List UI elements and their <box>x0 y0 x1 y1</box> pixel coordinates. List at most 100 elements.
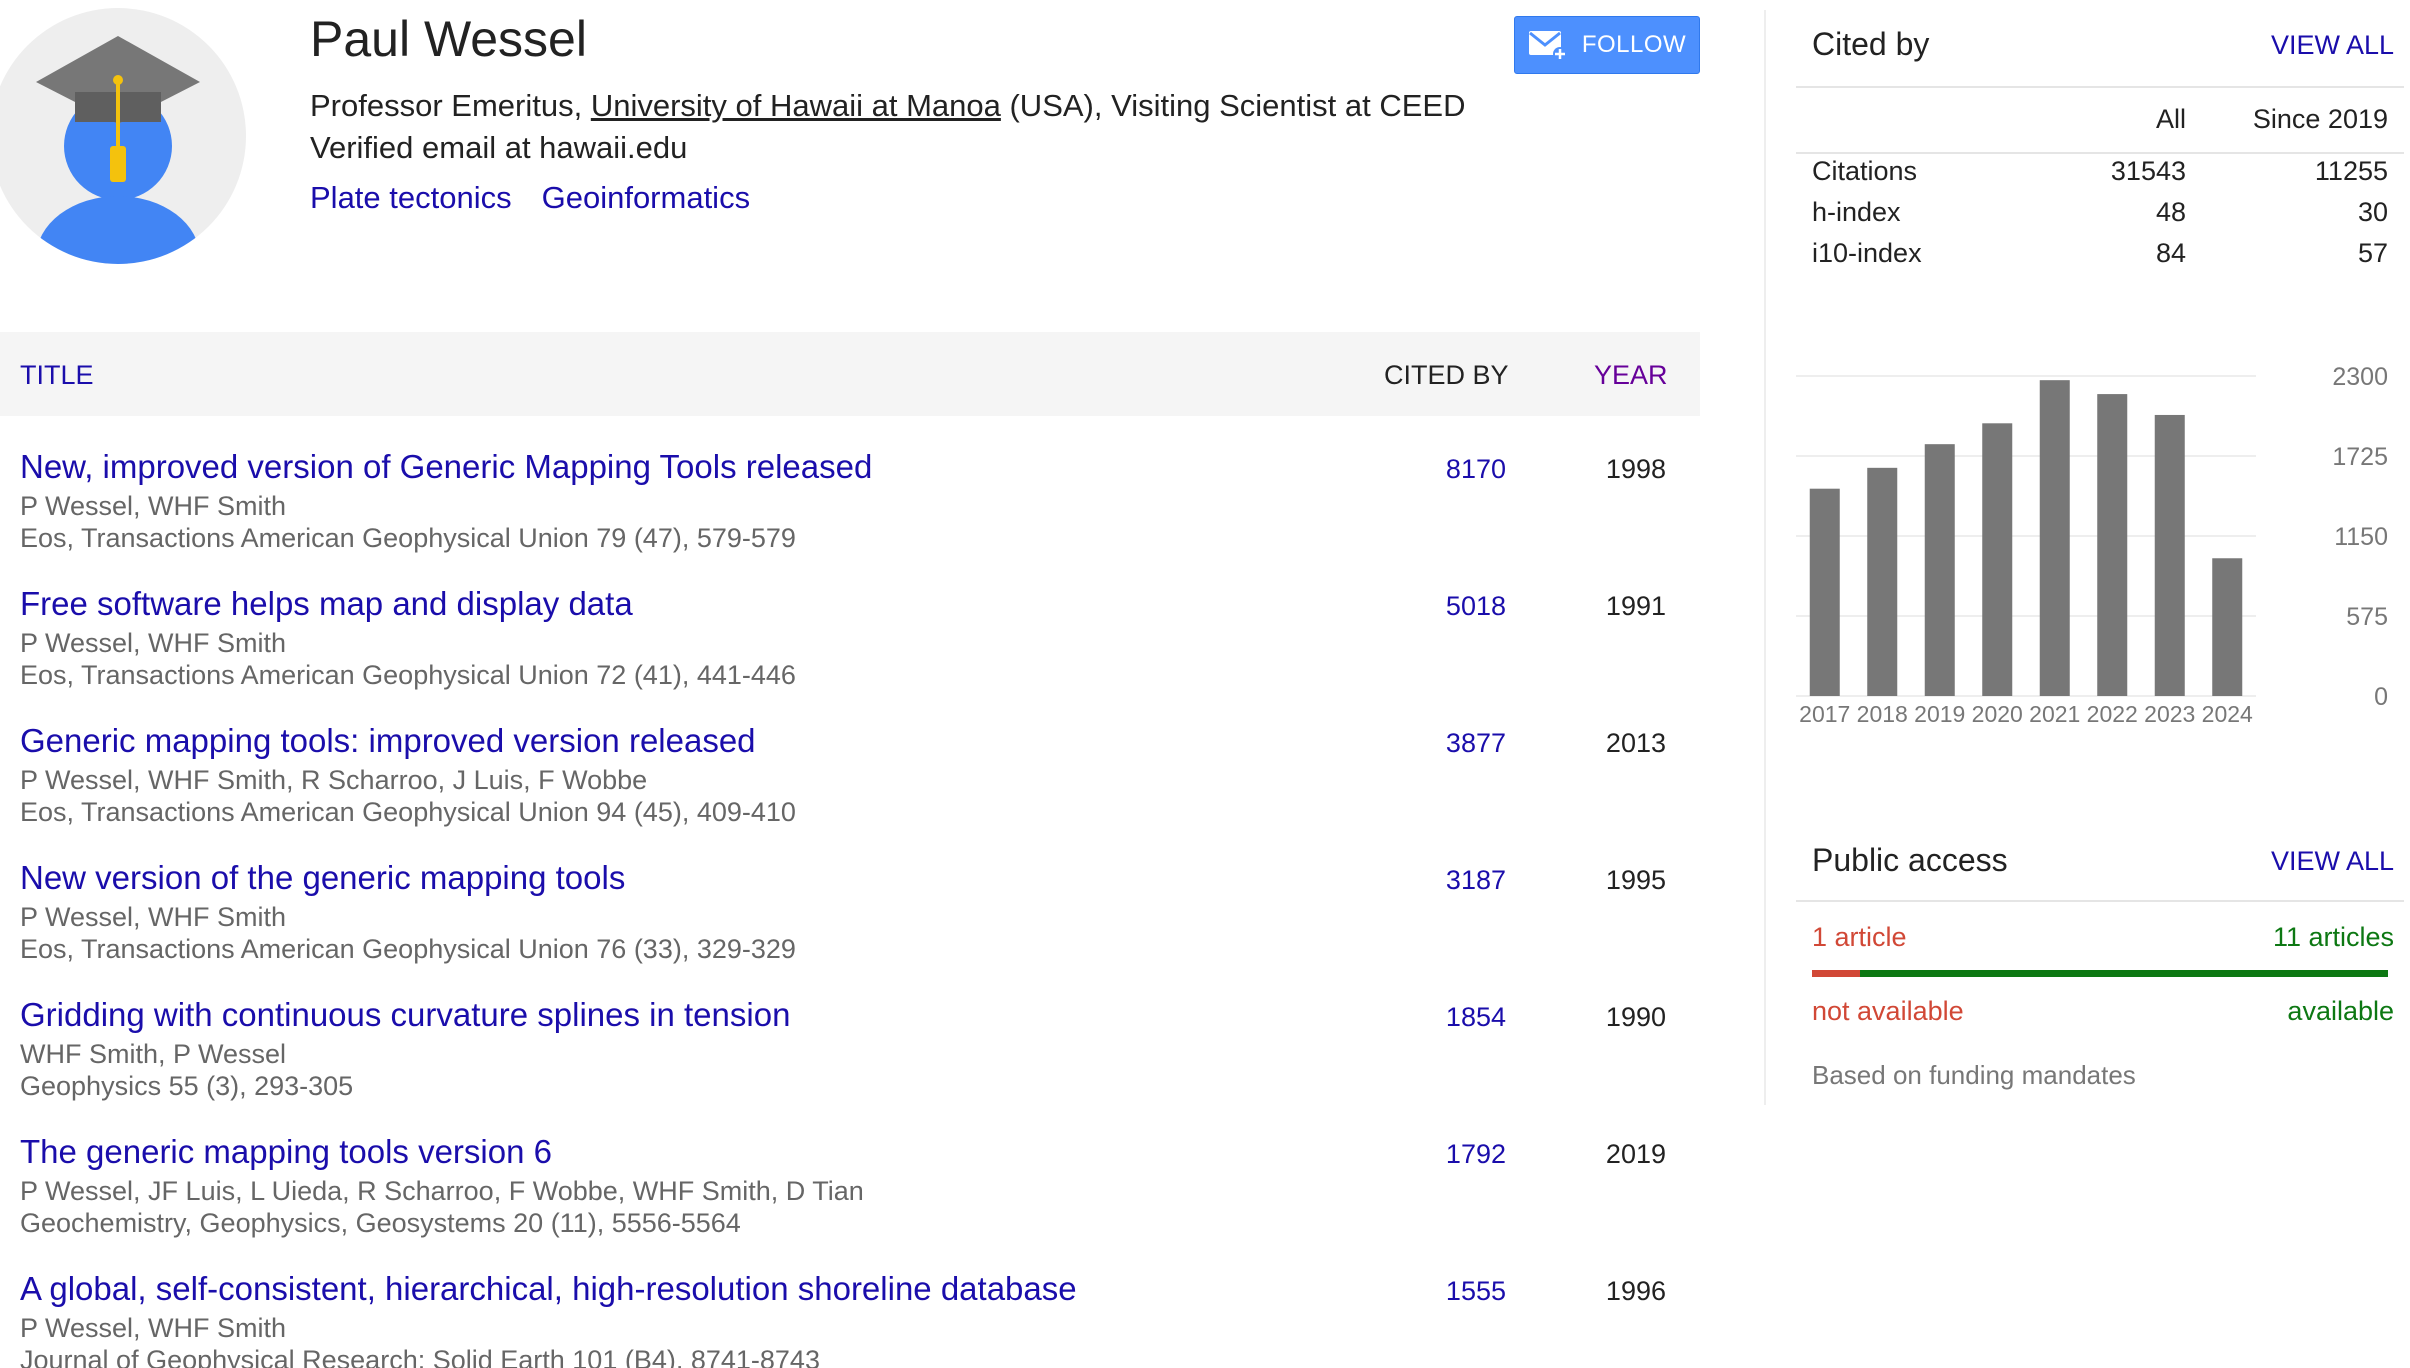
public-access-bar <box>1812 970 2388 977</box>
divider <box>1796 900 2404 902</box>
article-row: A global, self-consistent, hierarchical,… <box>0 1270 1700 1368</box>
article-year: 2019 <box>1605 1139 1666 1169</box>
follow-button[interactable]: FOLLOW <box>1514 16 1700 74</box>
article-authors: P Wessel, WHF Smith <box>20 902 287 932</box>
article-venue: Eos, Transactions American Geophysical U… <box>20 934 796 964</box>
stats-header-row: All Since 2019 <box>1796 104 2388 156</box>
avatar <box>0 8 246 264</box>
article-authors: P Wessel, WHF Smith, R Scharroo, J Luis,… <box>20 765 648 795</box>
chart-x-tick-label: 2024 <box>2202 701 2253 727</box>
article-row: Generic mapping tools: improved version … <box>0 722 1700 859</box>
article-authors: WHF Smith, P Wessel <box>20 1039 287 1069</box>
interest-link[interactable]: Geoinformatics <box>542 180 750 215</box>
citations-per-year-chart: 2300 1725 1150 575 0 2017 2018 2019 2020 2021 2022… <box>1796 363 2388 727</box>
mail-plus-icon <box>1528 31 1567 61</box>
article-title-link[interactable]: Gridding with continuous curvature splin… <box>20 996 790 1034</box>
article-venue: Eos, Transactions American Geophysical U… <box>20 660 796 690</box>
article-cited-by-link[interactable]: 8170 <box>1446 454 1506 485</box>
article-title-link[interactable]: The generic mapping tools version 6 <box>20 1133 552 1171</box>
stats-since-value: 30 <box>2357 197 2388 227</box>
chart-bar-2020[interactable] <box>1982 423 2013 696</box>
article-year: 1990 <box>1605 1002 1666 1032</box>
stats-label: Citations <box>1812 156 1918 186</box>
graduation-cap-avatar-icon <box>36 36 200 264</box>
chart-x-tick-label: 2020 <box>1972 701 2023 727</box>
chart-y-tick-label: 1725 <box>2332 443 2388 471</box>
stats-since-value: 11255 <box>2314 156 2388 186</box>
affiliation-prefix: Professor Emeritus, <box>310 88 591 123</box>
chart-bar-2023[interactable] <box>2154 414 2185 696</box>
not-available-label: not available <box>1812 996 1964 1026</box>
stats-row-i10-index: i10-index 84 57 <box>1796 238 2388 279</box>
public-access-bar-not-available <box>1812 970 1860 977</box>
chart-bar-2017[interactable] <box>1809 488 1840 696</box>
col-since-header: Since 2019 <box>2252 104 2388 134</box>
available-count-link[interactable]: 11 articles <box>2273 922 2394 953</box>
not-available-count-link[interactable]: 1 article <box>1812 922 1907 953</box>
chart-bar-2024[interactable] <box>2212 558 2243 696</box>
divider <box>1796 86 2404 88</box>
chart-x-tick-label: 2023 <box>2144 701 2195 727</box>
article-year: 1998 <box>1605 454 1666 484</box>
profile-affiliation: Professor Emeritus, University of Hawaii… <box>310 88 1465 124</box>
cited-by-view-all-link[interactable]: VIEW ALL <box>2271 30 2394 61</box>
chart-x-tick-label: 2017 <box>1799 701 1850 727</box>
article-title-link[interactable]: Generic mapping tools: improved version … <box>20 722 756 760</box>
sort-by-cited-header[interactable]: CITED BY <box>1384 360 1509 391</box>
stats-all-value: 84 <box>2155 238 2186 268</box>
profile-name: Paul Wessel <box>310 11 587 67</box>
article-venue: Geochemistry, Geophysics, Geosystems 20 … <box>20 1208 741 1238</box>
chart-x-tick-label: 2022 <box>2087 701 2138 727</box>
stats-label: h-index <box>1812 197 1901 227</box>
article-row: Free software helps map and display data… <box>0 585 1700 722</box>
citation-stats-table: All Since 2019 Citations 31543 11255 h-i… <box>1796 104 2388 279</box>
article-cited-by-link[interactable]: 3187 <box>1446 865 1506 896</box>
divider <box>1796 152 2404 154</box>
public-access-view-all-link[interactable]: VIEW ALL <box>2271 846 2394 877</box>
sort-by-year-header[interactable]: YEAR <box>1594 360 1668 391</box>
sort-by-title-header[interactable]: TITLE <box>20 360 94 391</box>
article-authors: P Wessel, WHF Smith <box>20 628 287 658</box>
article-authors: P Wessel, WHF Smith <box>20 491 287 521</box>
stats-since-value: 57 <box>2357 238 2388 268</box>
article-cited-by-link[interactable]: 1555 <box>1446 1276 1506 1307</box>
available-label: available <box>2287 996 2394 1026</box>
article-title-link[interactable]: New version of the generic mapping tools <box>20 859 625 897</box>
stats-row-citations: Citations 31543 11255 <box>1796 156 2388 197</box>
article-title-link[interactable]: A global, self-consistent, hierarchical,… <box>20 1270 1077 1308</box>
chart-x-tick-label: 2018 <box>1857 701 1908 727</box>
chart-bar-2018[interactable] <box>1867 467 1898 696</box>
affiliation-link[interactable]: University of Hawaii at Manoa <box>591 88 1001 123</box>
article-venue: Eos, Transactions American Geophysical U… <box>20 797 796 827</box>
chart-y-tick-label: 2300 <box>2332 363 2388 391</box>
article-title-link[interactable]: New, improved version of Generic Mapping… <box>20 448 872 486</box>
chart-bar-2019[interactable] <box>1924 444 1955 696</box>
stats-all-value: 48 <box>2155 197 2186 227</box>
article-venue: Eos, Transactions American Geophysical U… <box>20 523 796 553</box>
interest-link[interactable]: Plate tectonics <box>310 180 512 215</box>
article-year: 1991 <box>1605 591 1666 621</box>
research-interests: Plate tectonics Geoinformatics <box>310 180 780 216</box>
follow-label: FOLLOW <box>1581 31 1687 58</box>
chart-x-tick-label: 2021 <box>2029 701 2080 727</box>
article-row: New, improved version of Generic Mapping… <box>0 448 1700 585</box>
article-row: New version of the generic mapping tools… <box>0 859 1700 996</box>
article-row: The generic mapping tools version 6 P We… <box>0 1133 1700 1270</box>
article-year: 1996 <box>1605 1276 1666 1306</box>
article-cited-by-link[interactable]: 1792 <box>1446 1139 1506 1170</box>
article-cited-by-link[interactable]: 3877 <box>1446 728 1506 759</box>
chart-x-tick-label: 2019 <box>1914 701 1965 727</box>
article-cited-by-link[interactable]: 1854 <box>1446 1002 1506 1033</box>
article-year: 2013 <box>1605 728 1666 758</box>
col-all-header: All <box>2155 104 2186 134</box>
article-authors: P Wessel, JF Luis, L Uieda, R Scharroo, … <box>20 1176 864 1206</box>
public-access-title: Public access <box>1812 842 2008 878</box>
chart-y-tick-label: 575 <box>2346 603 2388 631</box>
article-cited-by-link[interactable]: 5018 <box>1446 591 1506 622</box>
cited-by-title: Cited by <box>1812 26 1930 62</box>
article-venue: Geophysics 55 (3), 293-305 <box>20 1071 354 1101</box>
article-row: Gridding with continuous curvature splin… <box>0 996 1700 1133</box>
article-title-link[interactable]: Free software helps map and display data <box>20 585 633 623</box>
chart-bar-2021[interactable] <box>2039 380 2070 696</box>
chart-bar-2022[interactable] <box>2097 394 2128 696</box>
